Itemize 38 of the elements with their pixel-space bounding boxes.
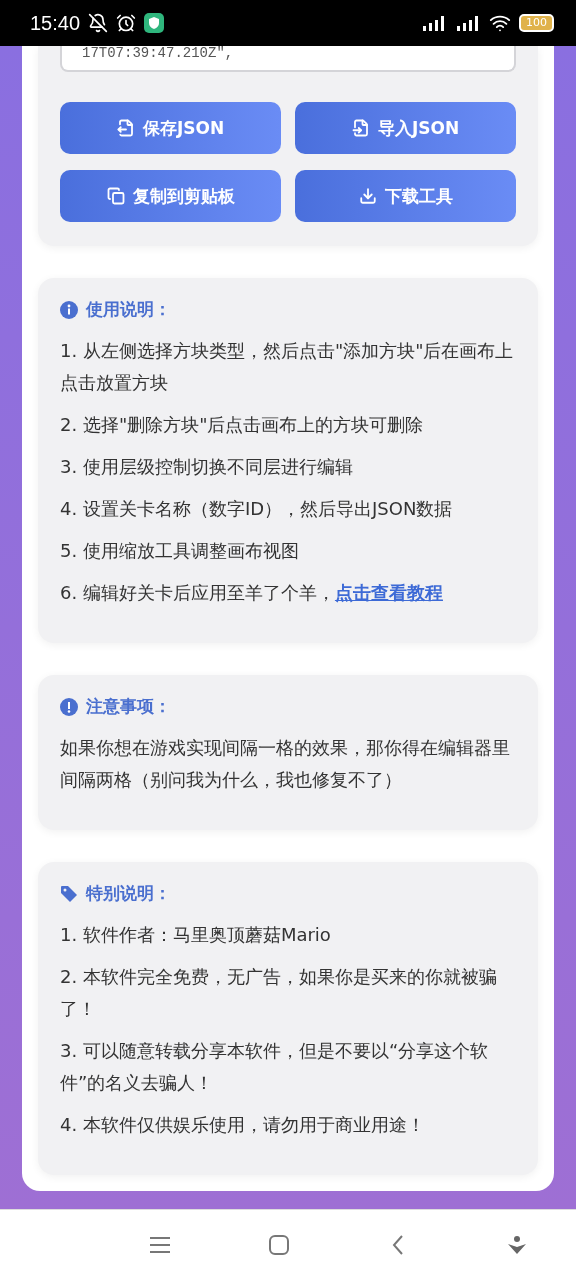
status-time: 15:40	[30, 11, 81, 35]
instruction-text: 4. 本软件仅供娱乐使用，请勿用于商业用途！	[60, 1113, 426, 1137]
instruction-text: 2. 本软件完全免费，无广告，如果你是买来的你就被骗了！	[60, 965, 498, 1021]
action-button[interactable]: 下载工具	[295, 170, 516, 222]
tag-icon	[60, 884, 78, 903]
section-title: 使用说明：	[86, 298, 171, 321]
json-preview[interactable]: 17T07:39:47.210Z",	[60, 46, 516, 72]
instruction-text: 1. 软件作者：马里奥顶蘑菇Mario	[60, 923, 332, 947]
bell-off-icon	[88, 13, 109, 33]
action-button[interactable]: 导入JSON	[295, 102, 516, 154]
file-export-icon	[116, 119, 135, 137]
copy-icon	[106, 187, 125, 205]
assistant-icon[interactable]	[506, 1235, 527, 1255]
action-button[interactable]: 复制到剪贴板	[60, 170, 281, 222]
signal-icon	[421, 14, 447, 32]
download-icon	[358, 187, 377, 205]
file-import-icon	[351, 119, 370, 137]
info-icon	[60, 300, 78, 319]
instruction-text: 3. 使用层级控制切换不同层进行编辑	[60, 455, 354, 479]
instruction-text: 3. 可以随意转载分享本软件，但是不要以“分享这个软件”的名义去骗人！	[60, 1039, 490, 1095]
tutorial-link[interactable]: 点击查看教程	[334, 582, 443, 603]
alarm-icon	[116, 13, 137, 33]
instruction-text: 如果你想在游戏实现间隔一格的效果，那你得在编辑器里间隔两格（别问我为什么，我也修复不了）	[60, 736, 511, 792]
instruction-text: 2. 选择"删除方块"后点击画布上的方块可删除	[60, 413, 425, 437]
instruction-text: 6. 编辑好关卡后应用至羊了个羊，点击查看教程	[60, 581, 444, 605]
signal-icon	[455, 14, 481, 32]
battery-level: 100	[519, 14, 554, 32]
action-button[interactable]: 保存JSON	[60, 102, 281, 154]
instruction-text: 1. 从左侧选择方块类型，然后点击"添加方块"后在画布上点击放置方块	[60, 339, 515, 395]
back-icon[interactable]	[391, 1235, 404, 1255]
menu-icon[interactable]	[148, 1236, 171, 1254]
section-title: 特别说明：	[86, 882, 171, 905]
shield-app-icon	[144, 13, 165, 33]
instruction-text: 5. 使用缩放工具调整画布视图	[60, 539, 300, 563]
instruction-text: 4. 设置关卡名称（数字ID），然后导出JSON数据	[60, 497, 454, 521]
home-icon[interactable]	[268, 1235, 289, 1255]
section-title: 注意事项：	[86, 695, 171, 718]
exclamation-icon	[60, 697, 78, 716]
